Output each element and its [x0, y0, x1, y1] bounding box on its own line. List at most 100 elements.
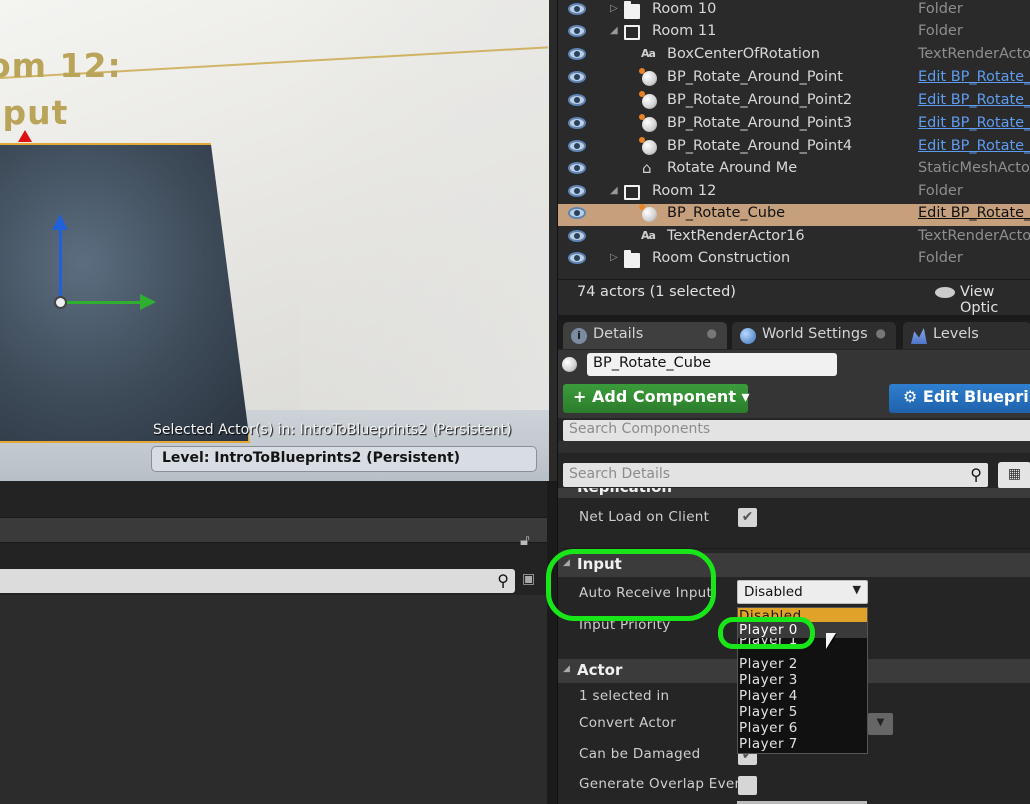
- lock-icon[interactable]: 🔓︎: [520, 531, 536, 549]
- outliner-label: Room Construction: [652, 250, 791, 266]
- search-components-input[interactable]: Search Components: [563, 420, 1030, 441]
- dropdown-option-player-7[interactable]: Player 7: [738, 736, 867, 752]
- panel-divider[interactable]: [547, 481, 557, 804]
- outliner-row-rotate-around-me[interactable]: ⌂ Rotate Around Me StaticMeshActor: [558, 159, 1030, 181]
- add-component-button[interactable]: + Add Component ▾: [563, 384, 750, 413]
- visibility-eye-icon[interactable]: [568, 48, 586, 60]
- outliner-row-bp-rotate-1[interactable]: BP_Rotate_Around_Point Edit BP_Rotate_: [558, 68, 1030, 90]
- visibility-eye-icon[interactable]: [568, 252, 586, 264]
- outliner-label: BoxCenterOfRotation: [667, 46, 820, 62]
- outliner-row-textrenderactor16[interactable]: Aa TextRenderActor16 TextRenderActor: [558, 227, 1030, 249]
- level-viewport[interactable]: om 12: nput Selected Actor(s) in: IntroT…: [0, 0, 549, 481]
- tab-world-settings[interactable]: World Settings ●: [732, 322, 896, 349]
- visibility-eye-icon[interactable]: [568, 25, 586, 37]
- blueprint-sphere-icon: [639, 204, 657, 222]
- convert-actor-dropdown[interactable]: ▼: [868, 713, 893, 735]
- expanded-arrow-icon[interactable]: ◢: [610, 25, 618, 36]
- selected-cube[interactable]: [0, 143, 250, 443]
- outliner-row-room-11[interactable]: ◢ Room 11 Folder: [558, 22, 1030, 44]
- outliner-row-bp-rotate-3[interactable]: BP_Rotate_Around_Point3 Edit BP_Rotate_: [558, 114, 1030, 136]
- visibility-eye-icon[interactable]: [568, 230, 586, 242]
- visibility-eye-icon[interactable]: [568, 162, 586, 174]
- gizmo-center-handle[interactable]: [54, 296, 67, 309]
- edit-blueprint-link[interactable]: Edit BP_Rotate_: [918, 69, 1030, 85]
- actor-name-field[interactable]: BP_Rotate_Cube: [587, 353, 837, 376]
- visibility-eye-icon[interactable]: [568, 117, 586, 129]
- tab-details[interactable]: i Details ●: [563, 322, 727, 349]
- expanded-arrow-icon[interactable]: ◢: [610, 185, 618, 196]
- outliner-label: Rotate Around Me: [667, 160, 798, 176]
- outliner-label: Room 10: [652, 1, 717, 17]
- expanded-triangle-icon: ◢: [563, 664, 570, 674]
- edit-blueprint-link[interactable]: Edit BP_Rotate_: [918, 115, 1030, 131]
- folder-icon: [624, 1, 640, 19]
- outliner-row-room-10[interactable]: ▷ Room 10 Folder: [558, 0, 1030, 22]
- chevron-down-icon: ▼: [852, 583, 861, 596]
- category-replication[interactable]: Replication: [558, 488, 1030, 498]
- outliner-row-bp-rotate-cube[interactable]: BP_Rotate_Cube Edit BP_Rotate_: [558, 204, 1030, 226]
- dropdown-option-player-1[interactable]: Player 1: [738, 638, 867, 648]
- tab-levels[interactable]: Levels: [903, 322, 1030, 349]
- outliner-type: Folder: [918, 183, 963, 199]
- outliner-footer: 74 actors (1 selected) View Optic: [558, 279, 1030, 316]
- visibility-eye-icon[interactable]: [568, 71, 586, 83]
- dropdown-option-player-5[interactable]: Player 5: [738, 704, 867, 720]
- view-options-button[interactable]: View Optic: [960, 284, 1030, 316]
- outliner-label: Room 11: [652, 23, 717, 39]
- folder-open-icon: [624, 25, 640, 40]
- tab-close-icon[interactable]: ●: [876, 326, 886, 340]
- edit-blueprint-link[interactable]: Edit BP_Rotate_: [918, 92, 1030, 108]
- dropdown-option-player-0[interactable]: Player 0: [738, 622, 867, 638]
- current-level-badge: Level: IntroToBlueprints2 (Persistent): [151, 446, 537, 472]
- gizmo-y-axis[interactable]: [60, 301, 144, 304]
- edit-blueprint-link[interactable]: Edit BP_Rotate_: [918, 205, 1030, 221]
- view-options-eye-icon[interactable]: [935, 287, 955, 298]
- visibility-eye-icon[interactable]: [568, 185, 586, 197]
- edit-blueprint-link[interactable]: Edit BP_Rotate_: [918, 138, 1030, 154]
- search-details-input[interactable]: Search Details ⚲: [563, 463, 988, 487]
- static-mesh-icon: ⌂: [642, 159, 652, 177]
- edit-blueprint-button[interactable]: ⚙ Edit Blueprin: [889, 384, 1030, 413]
- blueprint-sphere-icon: [639, 91, 657, 109]
- tab-close-icon[interactable]: ●: [707, 326, 717, 340]
- outliner-label: BP_Rotate_Cube: [667, 205, 786, 221]
- collapsed-arrow-icon[interactable]: ▷: [610, 3, 618, 14]
- visibility-eye-icon[interactable]: [568, 207, 586, 219]
- panel-header: [0, 517, 547, 543]
- gizmo-z-arrow-icon[interactable]: [52, 214, 68, 230]
- category-input[interactable]: ◢ Input: [558, 553, 1030, 577]
- outliner-row-bp-rotate-2[interactable]: BP_Rotate_Around_Point2 Edit BP_Rotate_: [558, 91, 1030, 113]
- outliner-type: StaticMeshActor: [918, 160, 1030, 176]
- folder-icon: [624, 250, 640, 268]
- gizmo-z-axis[interactable]: [59, 220, 62, 304]
- outliner-row-bp-rotate-4[interactable]: BP_Rotate_Around_Point4 Edit BP_Rotate_: [558, 137, 1030, 159]
- save-icon[interactable]: ▣: [522, 571, 538, 587]
- outliner-label: TextRenderActor16: [667, 228, 805, 244]
- visibility-eye-icon[interactable]: [568, 3, 586, 15]
- dropdown-option-player-3[interactable]: Player 3: [738, 672, 867, 688]
- actor-name-row: BP_Rotate_Cube: [558, 350, 1030, 378]
- collapsed-arrow-icon[interactable]: ▷: [610, 252, 618, 263]
- gear-icon: ⚙: [903, 387, 918, 406]
- visibility-eye-icon[interactable]: [568, 140, 586, 152]
- dropdown-option-disabled[interactable]: Disabled: [738, 608, 867, 622]
- visibility-eye-icon[interactable]: [568, 94, 586, 106]
- gizmo-y-arrow-icon[interactable]: [140, 294, 156, 310]
- dropdown-option-player-4[interactable]: Player 4: [738, 688, 867, 704]
- lower-left-panel: 🔓︎ ⚲ ▣: [0, 481, 549, 804]
- grid-view-icon[interactable]: ▦: [998, 462, 1030, 489]
- generate-overlap-checkbox[interactable]: [738, 776, 757, 795]
- outliner-row-boxcenter[interactable]: Aa BoxCenterOfRotation TextRenderActor: [558, 45, 1030, 67]
- search-icon[interactable]: ⚲: [970, 465, 982, 484]
- levels-icon: [911, 328, 927, 344]
- dropdown-option-player-2[interactable]: Player 2: [738, 656, 867, 672]
- dropdown-option-player-6[interactable]: Player 6: [738, 720, 867, 736]
- net-load-on-client-checkbox[interactable]: ✔: [738, 508, 757, 527]
- outliner-row-room-12[interactable]: ◢ Room 12 Folder: [558, 182, 1030, 204]
- search-icon[interactable]: ⚲: [497, 571, 509, 590]
- panel-search-input[interactable]: ⚲: [0, 569, 515, 593]
- outliner-row-room-construction[interactable]: ▷ Room Construction Folder: [558, 249, 1030, 271]
- outliner-label: BP_Rotate_Around_Point4: [667, 138, 853, 154]
- mouse-cursor-icon: [826, 633, 836, 649]
- auto-receive-input-dropdown[interactable]: Disabled ▼: [737, 580, 868, 604]
